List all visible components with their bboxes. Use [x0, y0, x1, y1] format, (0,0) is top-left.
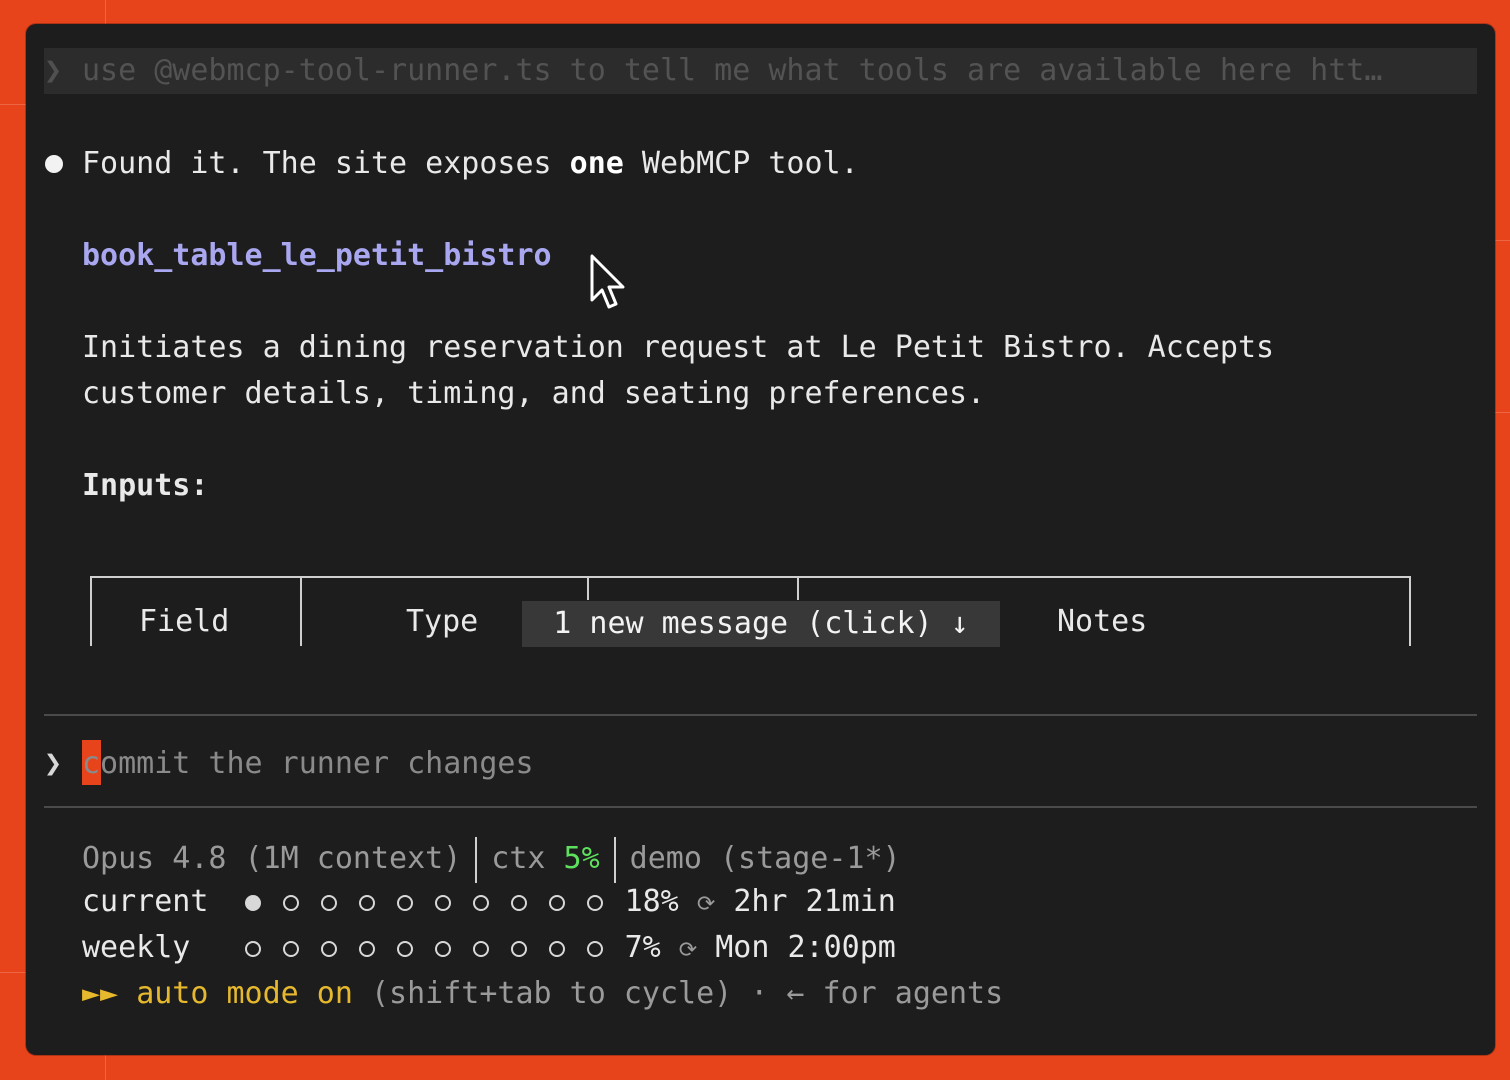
current-usage-percent: 18%	[624, 884, 679, 919]
weekly-usage-meter	[244, 930, 625, 965]
meter-dot-empty	[586, 894, 603, 911]
current-usage-meter	[244, 884, 625, 919]
table-border	[797, 576, 799, 600]
meter-dot-empty	[282, 894, 299, 911]
auto-mode-status: auto mode on	[136, 976, 353, 1011]
meter-dot-empty	[358, 940, 375, 957]
meter-dot-empty	[396, 894, 413, 911]
background-gridline	[105, 0, 106, 24]
table-header-field: Field	[139, 604, 230, 639]
weekly-usage-reset: Mon 2:00pm	[715, 930, 896, 965]
status-model-line: Opus 4.8 (1M context) ctx 5% demo (stage-1…	[82, 836, 901, 883]
tool-description-line-1: Initiates a dining reservation request a…	[82, 330, 1275, 365]
background-gridline	[1495, 412, 1510, 413]
branch-name: demo (stage-1*)	[629, 841, 901, 876]
meter-dot-empty	[472, 940, 489, 957]
meter-dot-empty	[244, 940, 261, 957]
meter-dot-empty	[510, 894, 527, 911]
auto-mode-line[interactable]: ►► auto mode on (shift+tab to cycle) · ←…	[82, 974, 1003, 1014]
previous-prompt-chevron: ❯	[44, 53, 63, 88]
meter-dot-empty	[320, 940, 337, 957]
weekly-usage-line: weekly 7% ⟳ Mon 2:00pm	[82, 928, 896, 971]
table-top-border	[90, 576, 1411, 578]
refresh-icon: ⟳	[678, 938, 698, 963]
terminal-window: ❯ use @webmcp-tool-runner.ts to tell me w…	[26, 24, 1495, 1055]
summary-text-bold: one	[569, 146, 624, 181]
prompt-input[interactable]	[82, 744, 982, 784]
response-summary: Found it. The site exposes one WebMCP to…	[82, 144, 859, 184]
response-bullet-icon	[45, 155, 63, 173]
meter-dot-empty	[434, 894, 451, 911]
table-border	[300, 576, 302, 646]
meter-dot-empty	[282, 940, 299, 957]
meter-dot-empty	[548, 940, 565, 957]
meter-dot-empty	[320, 894, 337, 911]
current-usage-label: current	[82, 884, 209, 919]
ctx-label: ctx	[491, 841, 564, 876]
prompt-top-divider	[44, 714, 1477, 716]
background-gridline	[1495, 240, 1510, 241]
status-separator	[475, 836, 478, 883]
inputs-heading: Inputs:	[82, 468, 209, 503]
current-usage-line: current 18% ⟳ 2hr 21min	[82, 882, 896, 925]
table-header-type: Type	[406, 604, 479, 639]
meter-dot-empty	[434, 940, 451, 957]
meter-dot-empty	[586, 940, 603, 957]
background-gridline	[105, 1055, 106, 1080]
background-gridline	[0, 104, 26, 105]
table-border	[1409, 576, 1411, 646]
auto-mode-arrows-icon: ►►	[82, 976, 119, 1011]
summary-text-end: WebMCP tool.	[623, 146, 859, 181]
prompt-chevron: ❯	[44, 746, 63, 781]
previous-prompt-text: use @webmcp-tool-runner.ts to tell me wh…	[82, 53, 1383, 88]
mouse-pointer-icon	[590, 254, 625, 309]
refresh-icon: ⟳	[696, 892, 716, 917]
table-header-notes: Notes	[1057, 604, 1148, 639]
table-border	[90, 576, 92, 646]
auto-mode-hint: (shift+tab to cycle) · ← for agents	[352, 976, 1004, 1011]
meter-dot-empty	[548, 894, 565, 911]
table-border	[587, 576, 589, 600]
model-name: Opus 4.8 (1M context)	[82, 841, 462, 876]
meter-dot-empty	[510, 940, 527, 957]
weekly-usage-label: weekly	[82, 930, 191, 965]
ctx-percent: 5%	[563, 841, 600, 876]
tool-description-line-2: customer details, timing, and seating pr…	[82, 376, 986, 411]
meter-dot-filled	[244, 894, 261, 911]
meter-dot-empty	[358, 894, 375, 911]
weekly-usage-percent: 7%	[624, 930, 661, 965]
prompt-bottom-divider	[44, 806, 1477, 808]
tool-name: book_table_le_petit_bistro	[82, 238, 552, 273]
meter-dot-empty	[396, 940, 413, 957]
summary-text-start: Found it. The site exposes	[82, 146, 570, 181]
background-gridline	[0, 972, 26, 973]
previous-prompt[interactable]: ❯ use @webmcp-tool-runner.ts to tell me w…	[44, 48, 1477, 94]
status-separator	[613, 836, 616, 883]
current-usage-reset: 2hr 21min	[733, 884, 896, 919]
meter-dot-empty	[472, 894, 489, 911]
new-message-banner[interactable]: 1 new message (click) ↓	[522, 601, 1000, 647]
